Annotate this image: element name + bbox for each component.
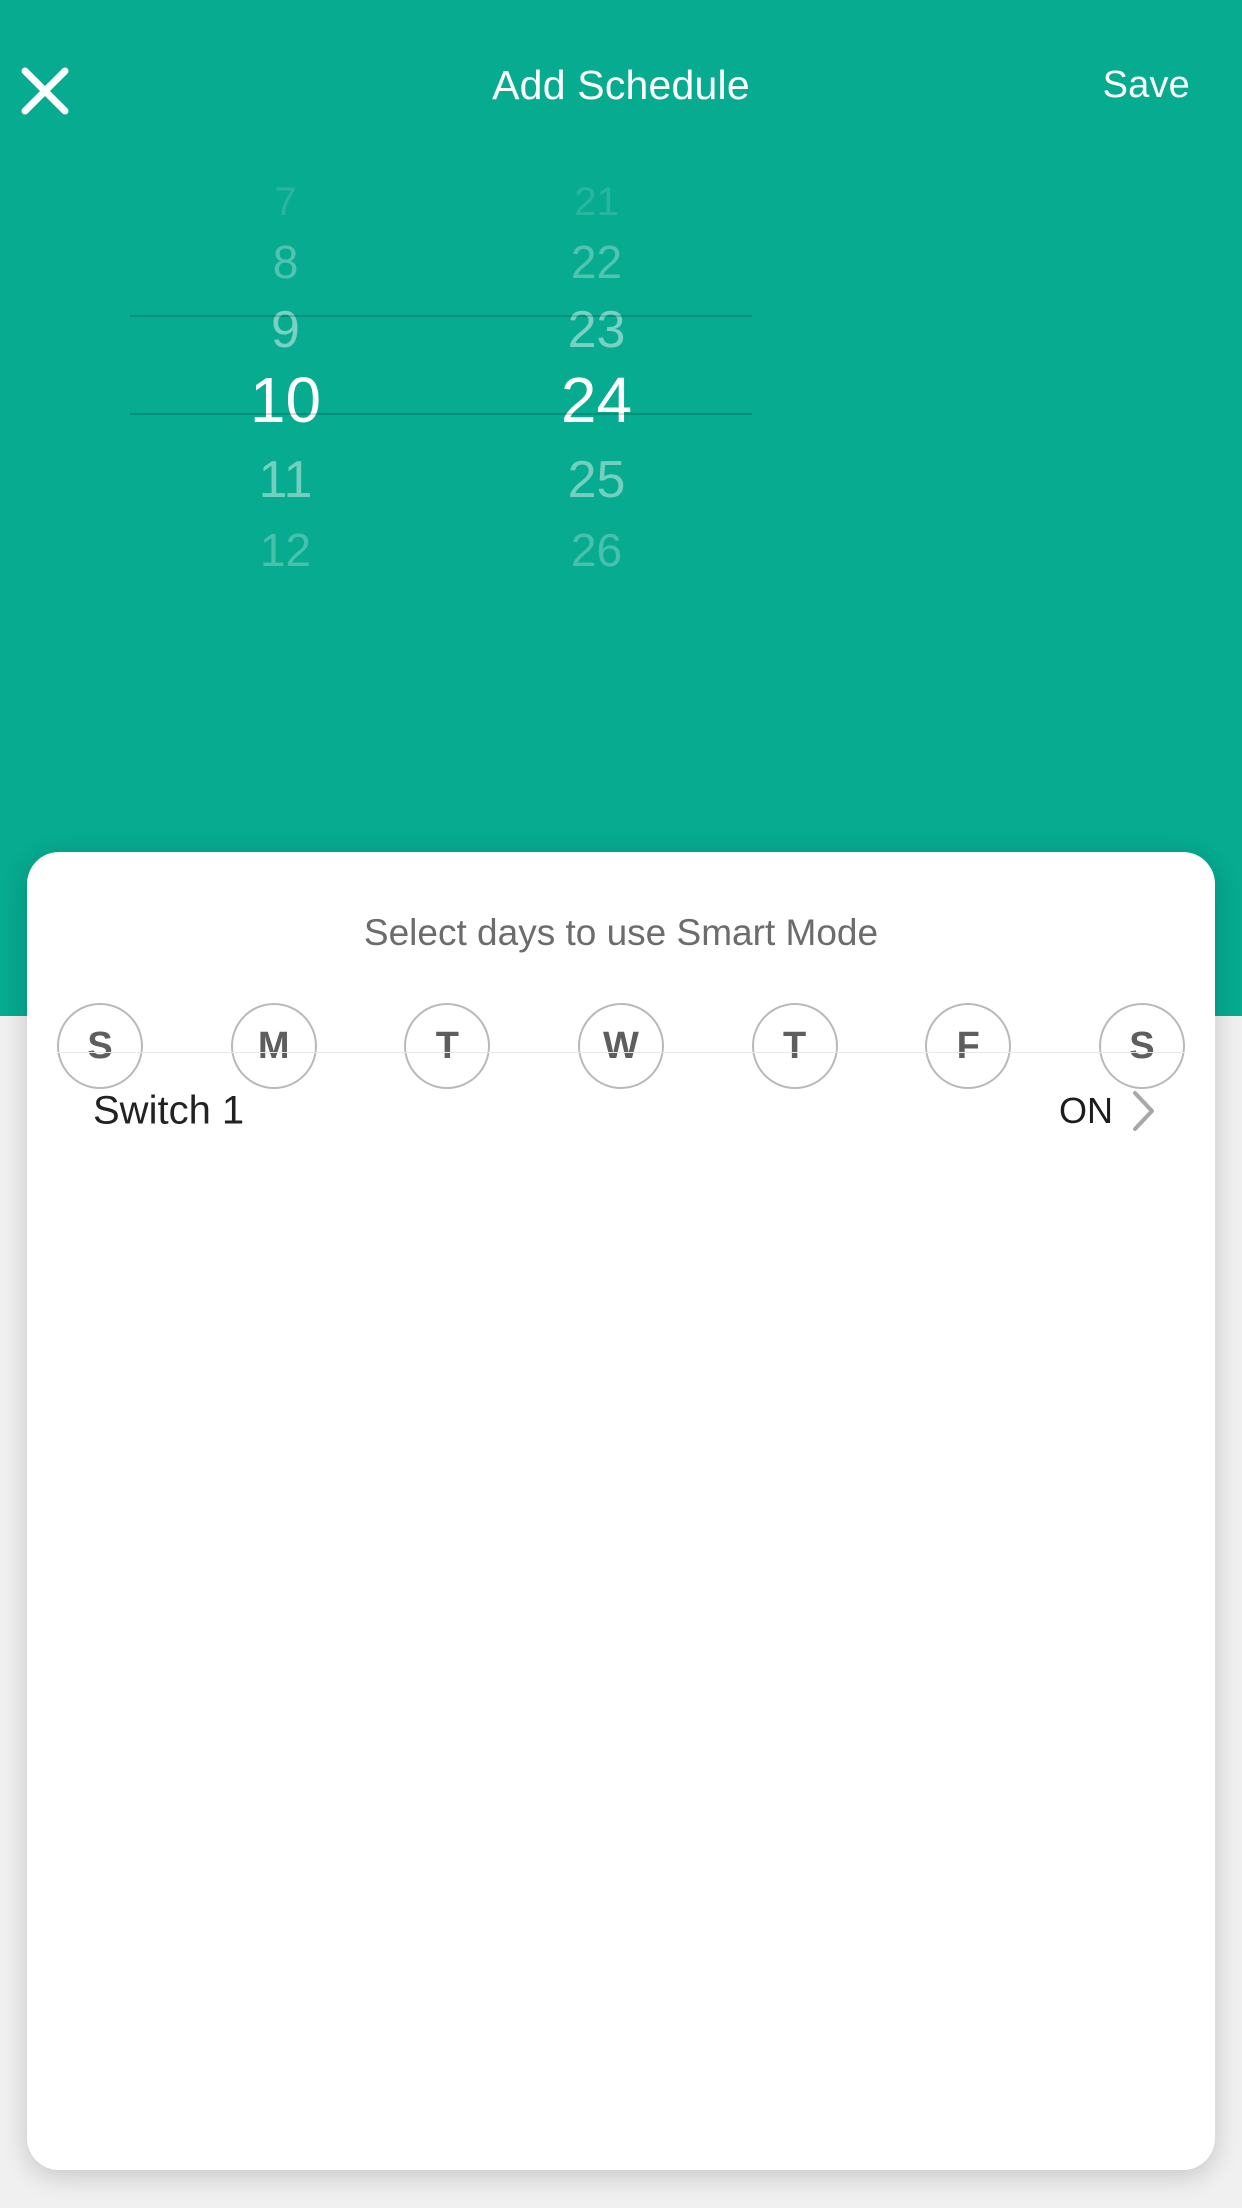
chevron-right-icon: [1131, 1089, 1157, 1133]
switch-row-label: Switch 1: [93, 1088, 245, 1133]
page-title: Add Schedule: [492, 62, 750, 108]
minute-option[interactable]: 26: [441, 506, 752, 594]
card-title: Select days to use Smart Mode: [363, 912, 879, 953]
switch-row[interactable]: Switch 1 ON: [27, 1052, 1215, 1170]
minute-option-selected[interactable]: 24: [441, 356, 752, 444]
time-picker[interactable]: 7 8 9 10 11 12 21 22 23 24 25 26: [130, 168, 752, 577]
switch-row-value: ON: [1059, 1090, 1113, 1131]
header-bar: Add Schedule Save: [0, 0, 1242, 182]
hour-option[interactable]: 12: [130, 506, 441, 594]
picker-selection-line-bottom: [130, 413, 752, 415]
picker-selection-line-top: [130, 315, 752, 317]
save-button[interactable]: Save: [1103, 64, 1190, 107]
schedule-options-card: Select days to use Smart Mode SMTWTFS Sw…: [27, 852, 1215, 2170]
hour-option-selected[interactable]: 10: [130, 356, 441, 444]
minute-picker-column[interactable]: 21 22 23 24 25 26: [441, 168, 752, 577]
hour-picker-column[interactable]: 7 8 9 10 11 12: [130, 168, 441, 577]
